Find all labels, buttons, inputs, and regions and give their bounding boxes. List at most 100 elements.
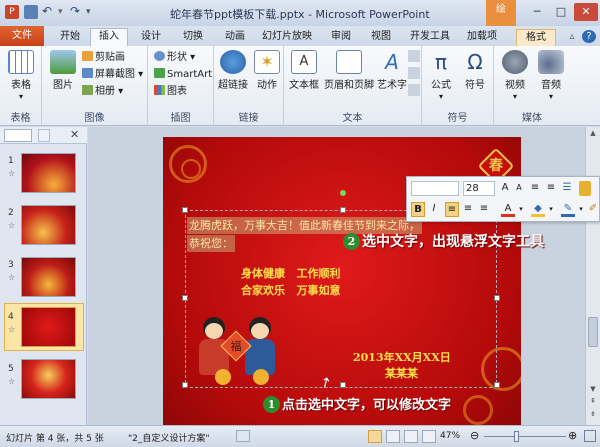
previous-slide-icon[interactable]: ⇞ xyxy=(588,397,598,407)
slides-tab-icon[interactable] xyxy=(4,129,32,142)
align-right-icon[interactable]: ≡ xyxy=(477,202,491,217)
redo-icon[interactable]: ↷ xyxy=(70,5,84,19)
resize-handle[interactable] xyxy=(182,207,188,213)
scroll-down-icon[interactable]: ▼ xyxy=(588,385,598,395)
tab-animations[interactable]: 动画 xyxy=(216,29,254,46)
header-footer-button[interactable]: 页眉和页脚 xyxy=(324,50,374,91)
signature-text[interactable]: 某某某 xyxy=(385,365,418,381)
wordart-button[interactable]: A 艺术字 xyxy=(376,50,408,91)
format-brush-icon[interactable]: ✐ xyxy=(587,202,599,217)
shape-outline-dropdown-icon[interactable]: ▾ xyxy=(577,202,585,217)
slideshow-view-icon[interactable] xyxy=(422,430,436,443)
wish-line-1[interactable]: 身体健康 工作顺利 xyxy=(241,265,341,281)
symbol-button[interactable]: Ω 符号 xyxy=(458,50,492,91)
scroll-thumb[interactable] xyxy=(588,317,598,347)
resize-handle[interactable] xyxy=(182,295,188,301)
equation-button[interactable]: π 公式 ▾ xyxy=(424,50,458,102)
align-left-icon[interactable]: ≡ xyxy=(445,202,459,217)
zoom-level[interactable]: 47% xyxy=(440,431,460,441)
shapes-button[interactable]: 形状 ▾ xyxy=(154,51,195,65)
slide-thumbnail[interactable] xyxy=(21,359,76,399)
zoom-slider-track[interactable] xyxy=(484,436,566,437)
bullets-icon[interactable]: ☰ xyxy=(561,181,573,196)
tab-developer[interactable]: 开发工具 xyxy=(406,29,454,46)
format-painter-icon[interactable] xyxy=(579,181,591,196)
zoom-slider-thumb[interactable] xyxy=(514,431,519,442)
resize-handle[interactable] xyxy=(494,382,500,388)
smartart-button[interactable]: SmartArt xyxy=(154,68,212,82)
scroll-up-icon[interactable]: ▲ xyxy=(588,129,598,139)
font-color-button[interactable]: A xyxy=(501,202,515,217)
date-time-icon[interactable] xyxy=(408,50,420,62)
tab-file[interactable]: 文件 xyxy=(0,26,44,46)
slide-thumbnail[interactable] xyxy=(21,257,76,297)
next-slide-icon[interactable]: ⇟ xyxy=(588,410,598,420)
greeting-line-2[interactable]: 恭祝您： xyxy=(187,235,235,252)
increase-indent-icon[interactable]: ≡ xyxy=(545,181,557,196)
customize-quick-access-icon[interactable]: ▾ xyxy=(86,5,100,19)
help-icon[interactable]: ? xyxy=(582,30,596,43)
zoom-out-icon[interactable]: ⊖ xyxy=(470,429,479,442)
slide-thumbnail[interactable] xyxy=(21,153,76,193)
maximize-button[interactable]: □ xyxy=(550,3,572,21)
slide-thumbnail-current[interactable] xyxy=(21,307,76,347)
save-icon[interactable] xyxy=(24,5,38,19)
tab-design[interactable]: 设计 xyxy=(132,29,170,46)
tab-insert[interactable]: 插入 xyxy=(90,28,128,46)
language-icon[interactable] xyxy=(236,430,250,442)
outline-tab-icon[interactable] xyxy=(38,129,50,142)
fit-to-window-icon[interactable] xyxy=(584,430,596,442)
slide-number-icon[interactable] xyxy=(408,67,420,79)
font-size-box[interactable]: 28 xyxy=(463,181,495,196)
rotate-handle[interactable] xyxy=(340,190,346,196)
slide-thumbnail[interactable] xyxy=(21,205,76,245)
font-name-box[interactable] xyxy=(411,181,459,196)
audio-button[interactable]: 音频 ▾ xyxy=(534,50,568,102)
resize-handle[interactable] xyxy=(340,207,346,213)
close-button[interactable]: ✕ xyxy=(574,3,598,21)
shrink-font-icon[interactable]: A xyxy=(513,181,525,196)
decrease-indent-icon[interactable]: ≡ xyxy=(529,181,541,196)
table-button[interactable]: 表格 ▾ xyxy=(4,50,38,102)
tab-format[interactable]: 格式 xyxy=(516,29,556,46)
hyperlink-button[interactable]: 超链接 xyxy=(216,50,250,91)
minimize-ribbon-icon[interactable]: ▵ xyxy=(566,29,578,46)
screenshot-button[interactable]: 屏幕截图 ▾ xyxy=(82,68,143,82)
vertical-scrollbar[interactable]: ▲ ▼ ⇞ ⇟ xyxy=(585,127,600,425)
video-button[interactable]: 视频 ▾ xyxy=(498,50,532,102)
slide-sorter-icon[interactable] xyxy=(386,430,400,443)
undo-icon[interactable]: ↶ xyxy=(42,5,56,19)
object-icon[interactable] xyxy=(408,84,420,96)
tab-view[interactable]: 视图 xyxy=(362,29,400,46)
textbox-button[interactable]: A 文本框 xyxy=(288,50,320,91)
close-pane-icon[interactable]: ✕ xyxy=(70,128,79,141)
album-button[interactable]: 相册 ▾ xyxy=(82,85,123,99)
zoom-in-icon[interactable]: ⊕ xyxy=(568,429,577,442)
font-color-dropdown-icon[interactable]: ▾ xyxy=(517,202,525,217)
tab-review[interactable]: 审阅 xyxy=(322,29,360,46)
wish-line-2[interactable]: 合家欢乐 万事如意 xyxy=(241,282,341,298)
tab-addins[interactable]: 加载项 xyxy=(460,29,504,46)
grow-font-icon[interactable]: A xyxy=(499,181,511,196)
clipart-button[interactable]: 剪贴画 xyxy=(82,51,125,65)
chart-button[interactable]: 图表 xyxy=(154,85,187,99)
resize-handle[interactable] xyxy=(340,382,346,388)
drawing-tools-context-tab[interactable]: 绘 xyxy=(486,0,516,26)
minimize-button[interactable]: ─ xyxy=(526,3,548,21)
align-center-icon[interactable]: ≡ xyxy=(461,202,475,217)
tab-home[interactable]: 开始 xyxy=(50,29,90,46)
resize-handle[interactable] xyxy=(494,295,500,301)
date-text[interactable]: 2013年XX月XX日 xyxy=(353,349,451,365)
shape-outline-icon[interactable]: ✎ xyxy=(561,202,575,217)
bold-button[interactable]: B xyxy=(411,202,425,217)
resize-handle[interactable] xyxy=(182,382,188,388)
picture-button[interactable]: 图片 xyxy=(46,50,80,91)
tab-transitions[interactable]: 切换 xyxy=(174,29,212,46)
italic-button[interactable]: I xyxy=(427,202,441,217)
shape-fill-icon[interactable]: ◆ xyxy=(531,202,545,217)
tab-slideshow[interactable]: 幻灯片放映 xyxy=(258,29,316,46)
reading-view-icon[interactable] xyxy=(404,430,418,443)
shape-fill-dropdown-icon[interactable]: ▾ xyxy=(547,202,555,217)
normal-view-icon[interactable] xyxy=(368,430,382,443)
action-button[interactable]: ✶ 动作 xyxy=(250,50,284,91)
